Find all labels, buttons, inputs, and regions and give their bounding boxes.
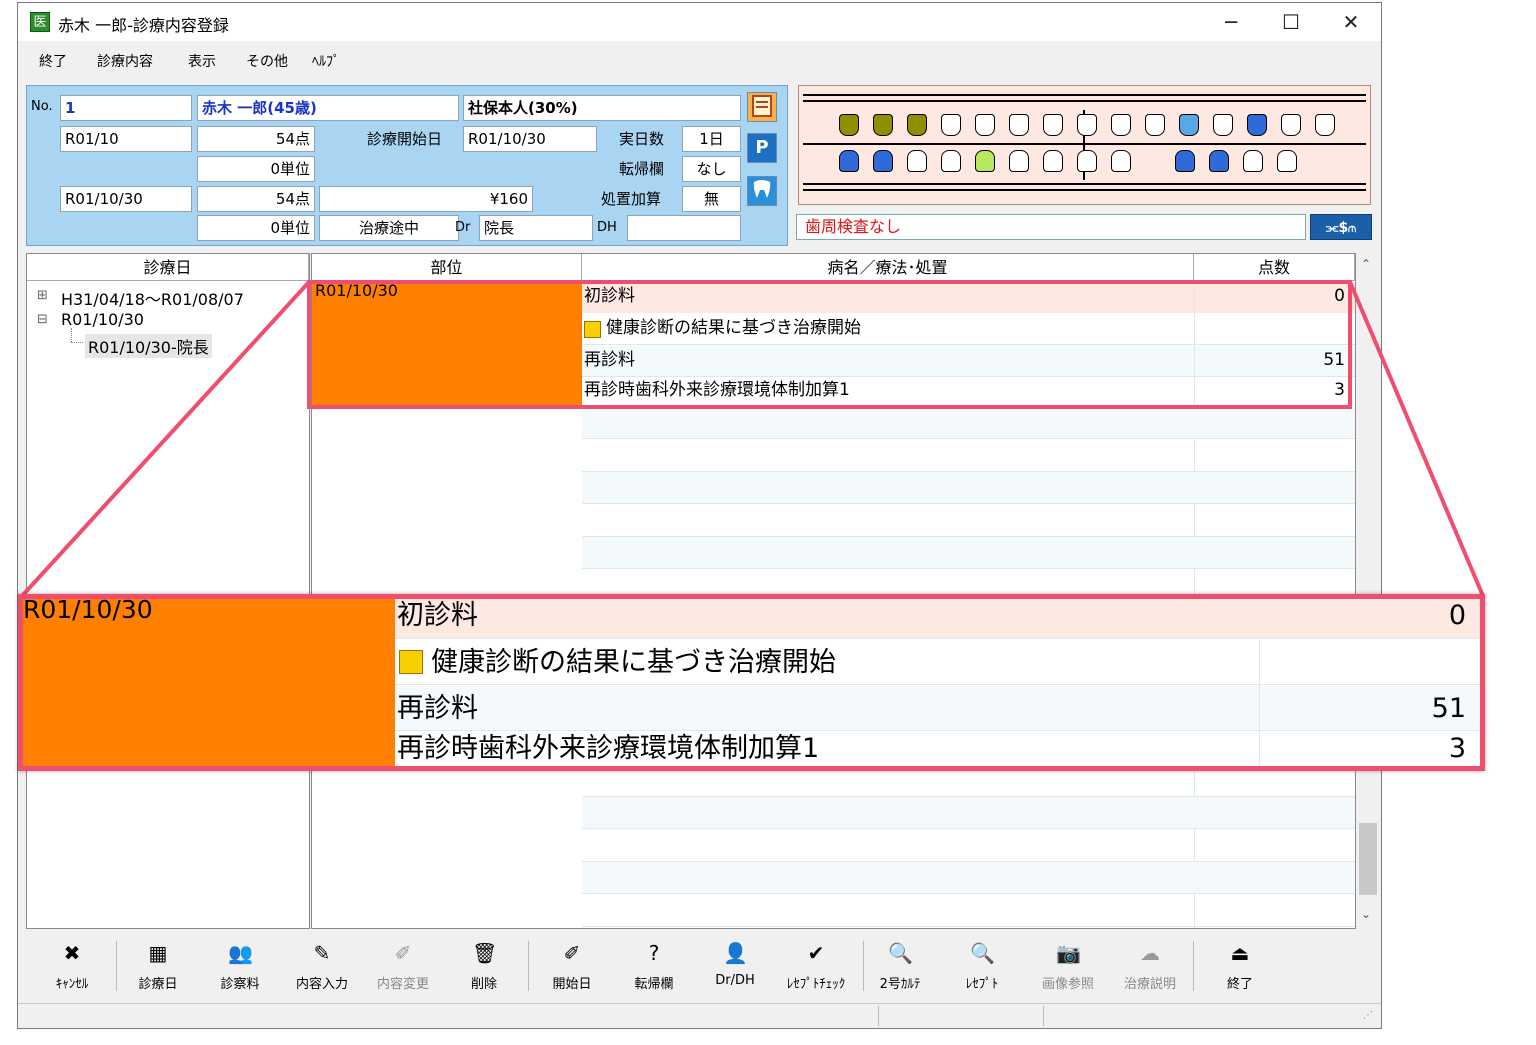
zoom-row-points: 51 [1431,693,1466,724]
zoom-connector-lines [20,280,1485,598]
zoom-row-points: 0 [1448,600,1466,631]
zoom-row: 健康診断の結果に基づき治療開始 [395,640,1480,685]
zoom-part-text: R01/10/30 [23,595,153,624]
zoom-part-cell: R01/10/30 [23,599,395,766]
zoom-row-name: 初診料 [397,600,478,631]
zoom-row-name: 再診時歯科外来診療環境体制加算1 [397,733,820,764]
zoomed-detail-panel: R01/10/30 初診料 0 健康診断の結果に基づき治療開始 再診料 51 再… [18,594,1485,771]
zoom-row-name: 再診料 [397,693,478,724]
zoom-row: 再診時歯科外来診療環境体制加算1 3 [395,732,1480,766]
zoom-row: 初診料 0 [395,599,1480,639]
zoom-row-points: 3 [1448,733,1466,764]
zoom-memo-icon [399,650,423,674]
zoom-row-name: 健康診断の結果に基づき治療開始 [431,647,836,678]
zoom-row: 再診料 51 [395,686,1480,731]
